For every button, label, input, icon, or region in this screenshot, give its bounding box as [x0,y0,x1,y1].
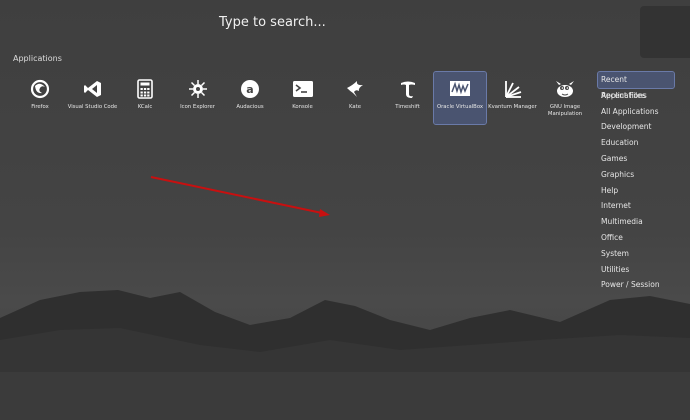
annotation-arrow [150,176,330,217]
